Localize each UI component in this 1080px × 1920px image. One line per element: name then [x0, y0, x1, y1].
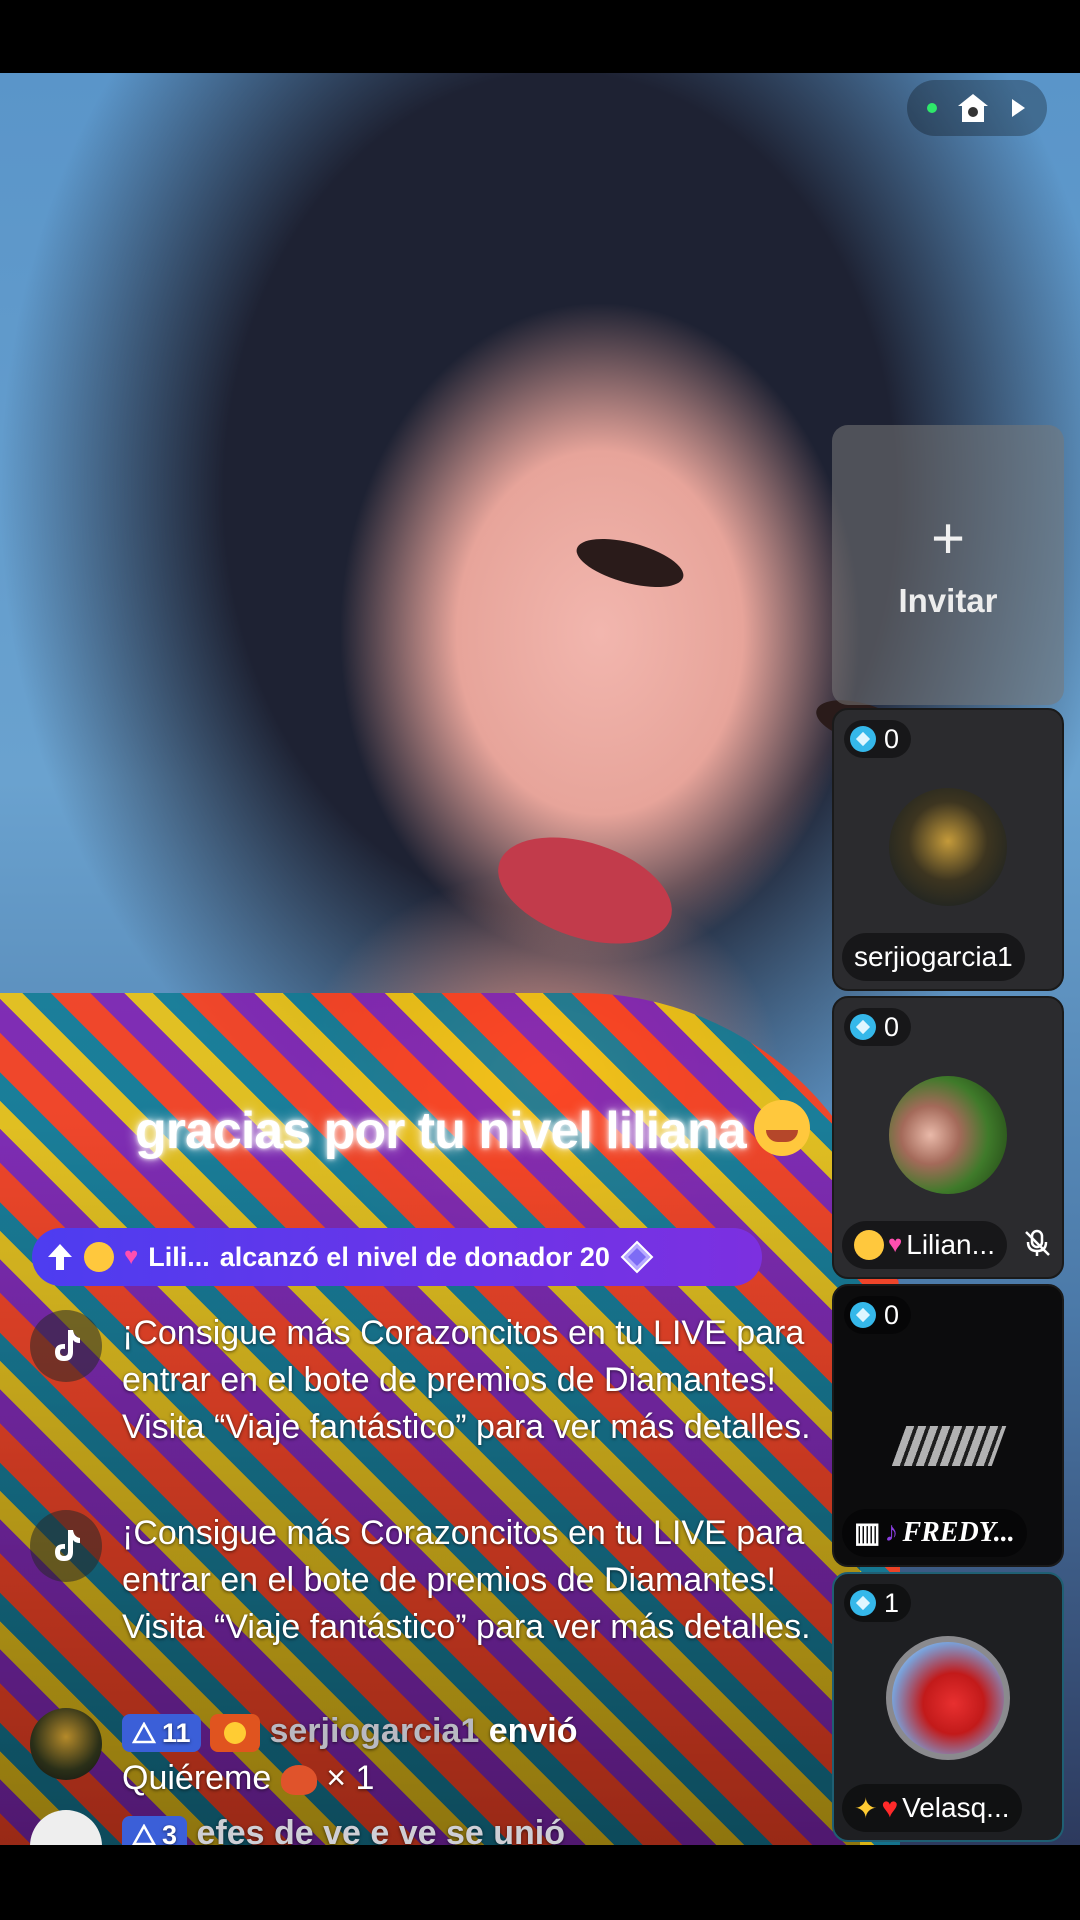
guest-name-label: FREDY...: [902, 1517, 1015, 1548]
level-banner-user: Lili...: [148, 1241, 210, 1272]
chat-username[interactable]: serjiogarcia1: [269, 1712, 479, 1750]
guest-score-value: 0: [884, 723, 900, 754]
diamond-icon: [620, 1240, 654, 1274]
heart-emoji-icon: ♥: [881, 1792, 899, 1823]
gift-action: envió: [488, 1712, 578, 1750]
avatar[interactable]: [30, 1708, 102, 1780]
piano-emoji-icon: ▥: [854, 1518, 881, 1549]
guest-name-label: serjiogarcia1: [854, 941, 1013, 972]
guest-name: ▥ ♪ FREDY...: [842, 1509, 1027, 1557]
join-message-text: 3 efes de ve e ve se unió: [122, 1810, 822, 1846]
music-note-icon: ♪: [884, 1517, 899, 1548]
invite-label: Invitar: [898, 582, 998, 619]
guest-score-value: 0: [884, 1011, 900, 1042]
guest-tile[interactable]: 0 serjiogarcia1: [832, 708, 1064, 991]
heart-emoji-icon: ♥: [888, 1231, 903, 1258]
guest-score: 0: [844, 1008, 912, 1046]
guest-tile[interactable]: 0 ▥ ♪ FREDY...: [832, 1284, 1064, 1567]
guest-score: 1: [844, 1584, 912, 1622]
smile-emoji-icon: [854, 1230, 884, 1260]
home-icon[interactable]: [956, 92, 990, 124]
bottom-bar: [0, 1845, 1080, 1920]
guest-name: ♥ Lilian...: [842, 1221, 1007, 1269]
level-badge: 3: [122, 1816, 188, 1846]
avatar[interactable]: [30, 1810, 102, 1846]
guest-score-value: 0: [884, 1299, 900, 1330]
guest-score: 0: [844, 1296, 912, 1334]
level-banner-text: alcanzó el nivel de donador 20: [219, 1241, 610, 1272]
tiktok-icon: [30, 1310, 102, 1382]
gift-rose-icon: [280, 1765, 317, 1796]
video-feature: [571, 529, 689, 597]
tiktok-icon: [30, 1510, 102, 1582]
level-up-banner[interactable]: ♥ Lili... alcanzó el nivel de donador 20: [32, 1228, 762, 1286]
level-up-icon: [46, 1242, 74, 1272]
guest-tile[interactable]: 0 ♥ Lilian...: [832, 996, 1064, 1279]
chat-message: 3 efes de ve e ve se unió: [30, 1810, 830, 1846]
avatar: [889, 788, 1007, 906]
gift-name: Quiéreme: [122, 1759, 272, 1797]
level-badge: 11: [122, 1714, 201, 1753]
system-message-text: ¡Consigue más Corazoncitos en tu LIVE pa…: [122, 1314, 811, 1446]
smiling-hearts-emoji-icon: [753, 1100, 810, 1156]
level-badge-value: 3: [162, 1819, 178, 1846]
guest-score-value: 1: [884, 1587, 900, 1618]
video-feature: [484, 817, 686, 964]
mic-mute-icon[interactable]: [1022, 1228, 1052, 1263]
guest-name-label: Lilian...: [906, 1229, 995, 1260]
piano-image: [891, 1426, 1007, 1466]
gem-icon: [850, 1014, 876, 1040]
stream-caption-text: gracias por tu nivel liliana: [135, 1102, 747, 1160]
guest-name: serjiogarcia1: [842, 933, 1025, 981]
gem-icon: [850, 726, 876, 752]
join-text: efes de ve e ve se unió: [196, 1814, 566, 1846]
comet-emoji-icon: ✦: [854, 1792, 878, 1824]
invite-guest-button[interactable]: + Invitar: [832, 425, 1064, 705]
heart-emoji-icon: ♥: [124, 1243, 139, 1270]
top-controls[interactable]: [907, 80, 1047, 136]
level-badge-value: 11: [162, 1717, 191, 1748]
gift-count: × 1: [326, 1759, 375, 1797]
avatar: [889, 1076, 1007, 1194]
plus-icon: +: [931, 506, 965, 571]
guest-tile[interactable]: 1 ✦ ♥ Velasq...: [832, 1572, 1064, 1842]
play-icon[interactable]: [1009, 97, 1027, 119]
gift-message-text: 11 serjiogarcia1 envió Quiéreme × 1: [122, 1708, 822, 1802]
gem-icon: [850, 1590, 876, 1616]
gem-icon: [850, 1302, 876, 1328]
live-status-dot: [926, 103, 937, 113]
smile-emoji-icon: [84, 1242, 114, 1272]
guest-name: ✦ ♥ Velasq...: [842, 1784, 1022, 1832]
fan-badge: [210, 1714, 260, 1753]
guest-score: 0: [844, 720, 912, 758]
guest-name-label: Velasq...: [902, 1792, 1010, 1823]
system-message-text: ¡Consigue más Corazoncitos en tu LIVE pa…: [122, 1514, 811, 1646]
stream-caption: gracias por tu nivel liliana: [135, 1100, 810, 1161]
avatar: [886, 1636, 1010, 1760]
